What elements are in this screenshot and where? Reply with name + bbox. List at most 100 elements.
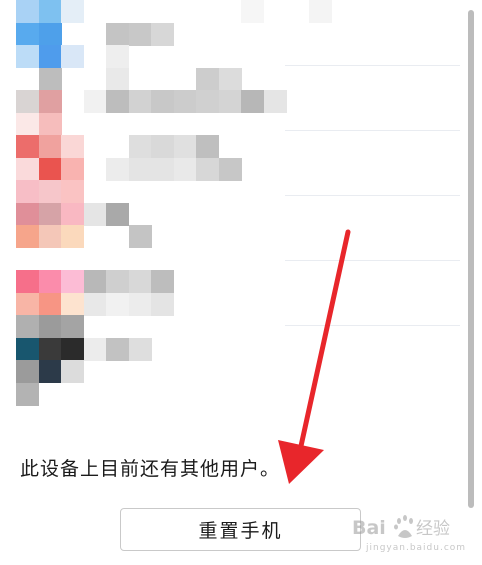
blur-pixel xyxy=(106,45,129,68)
blur-pixel xyxy=(16,157,39,181)
blur-pixel xyxy=(128,90,152,113)
blur-pixel xyxy=(38,157,62,181)
blur-pixel xyxy=(38,202,62,226)
blur-pixel xyxy=(128,270,152,293)
blur-pixel xyxy=(173,157,197,181)
list-divider xyxy=(285,130,460,131)
blur-pixel xyxy=(263,90,287,113)
blur-pixel xyxy=(128,157,152,181)
blur-pixel xyxy=(61,360,84,383)
blur-pixel xyxy=(38,270,62,293)
blur-pixel xyxy=(16,202,39,226)
blur-pixel xyxy=(106,202,129,226)
svg-text:经验: 经验 xyxy=(416,519,450,539)
blur-pixel xyxy=(128,135,152,158)
blur-pixel xyxy=(38,90,62,113)
blur-pixel xyxy=(61,225,84,248)
blur-pixel xyxy=(61,45,84,68)
blur-pixel xyxy=(241,0,264,23)
blur-pixel xyxy=(106,157,129,181)
blur-pixel xyxy=(151,157,174,181)
blur-pixel xyxy=(308,0,332,23)
blur-pixel xyxy=(173,135,197,158)
blur-pixel xyxy=(61,135,84,158)
blur-pixel xyxy=(196,67,219,91)
scrollbar[interactable] xyxy=(468,10,474,508)
blur-pixel xyxy=(16,337,39,361)
blur-pixel xyxy=(218,157,242,181)
baidu-watermark: Bai 经验 jingyan.baidu.com xyxy=(352,512,476,556)
blur-pixel xyxy=(16,315,39,338)
blur-pixel xyxy=(106,90,129,113)
blur-pixel xyxy=(61,315,84,338)
blur-pixel xyxy=(106,270,129,293)
blur-pixel xyxy=(16,180,39,203)
blur-pixel xyxy=(38,112,62,136)
blur-pixel xyxy=(83,90,107,113)
blur-pixel xyxy=(83,292,107,316)
blur-pixel xyxy=(61,337,84,361)
blur-pixel xyxy=(128,22,152,46)
blur-pixel xyxy=(38,22,62,46)
blur-pixel xyxy=(38,292,62,316)
blur-pixel xyxy=(16,292,39,316)
blur-pixel xyxy=(128,292,152,316)
blur-pixel xyxy=(38,135,62,158)
blur-pixel xyxy=(16,45,39,68)
blur-pixel xyxy=(83,337,107,361)
blur-pixel xyxy=(61,270,84,293)
blur-pixel xyxy=(173,90,197,113)
blur-pixel xyxy=(16,0,39,23)
blur-pixel xyxy=(38,180,62,203)
blur-pixel xyxy=(38,45,62,68)
blur-pixel xyxy=(16,382,39,406)
blur-pixel xyxy=(61,202,84,226)
blur-pixel xyxy=(16,22,39,46)
watermark-domain: jingyan.baidu.com xyxy=(366,543,467,553)
blur-pixel xyxy=(106,67,129,91)
blur-pixel xyxy=(16,112,39,136)
blur-pixel xyxy=(38,225,62,248)
list-divider xyxy=(285,325,460,326)
baidu-jingyan-logo: Bai 经验 xyxy=(352,515,450,539)
blur-pixel xyxy=(151,135,174,158)
blur-pixel xyxy=(38,315,62,338)
blur-pixel xyxy=(38,337,62,361)
blur-pixel xyxy=(61,0,84,23)
blur-pixel xyxy=(106,22,129,46)
blur-pixel xyxy=(196,90,219,113)
other-users-message: 此设备上目前还有其他用户。 xyxy=(20,458,281,480)
blur-pixel xyxy=(16,90,39,113)
blur-pixel xyxy=(151,22,174,46)
blur-pixel xyxy=(128,337,152,361)
list-divider xyxy=(285,195,460,196)
blur-pixel xyxy=(196,135,219,158)
blur-pixel xyxy=(196,157,219,181)
blur-pixel xyxy=(16,135,39,158)
blur-pixel xyxy=(38,0,62,23)
scrollbar-thumb[interactable] xyxy=(468,10,474,508)
blur-pixel xyxy=(83,270,107,293)
blur-pixel xyxy=(128,225,152,248)
blur-pixel xyxy=(218,67,242,91)
blur-pixel xyxy=(16,360,39,383)
blur-pixel xyxy=(151,90,174,113)
blur-pixel xyxy=(106,337,129,361)
blurred-user-list xyxy=(0,0,332,406)
blur-pixel xyxy=(106,292,129,316)
list-divider xyxy=(285,65,460,66)
blur-pixel xyxy=(16,270,39,293)
blur-pixel xyxy=(218,90,242,113)
blur-pixel xyxy=(241,90,264,113)
blur-pixel xyxy=(16,225,39,248)
blur-pixel xyxy=(83,202,107,226)
blur-pixel xyxy=(38,360,62,383)
svg-text:Bai: Bai xyxy=(352,517,386,539)
list-divider xyxy=(285,260,460,261)
blur-pixel xyxy=(61,157,84,181)
blur-pixel xyxy=(151,270,174,293)
blur-pixel xyxy=(61,180,84,203)
reset-phone-button[interactable]: 重置手机 xyxy=(120,508,361,551)
blur-pixel xyxy=(61,292,84,316)
blur-pixel xyxy=(151,292,174,316)
